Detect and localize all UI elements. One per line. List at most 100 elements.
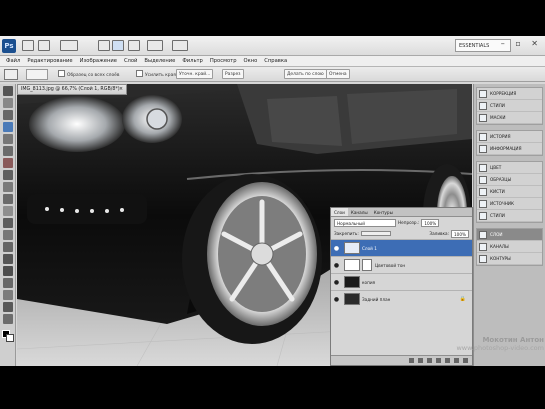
dock-item-styles[interactable]: СТИЛИ	[477, 100, 542, 112]
lasso-tool-icon[interactable]	[3, 110, 13, 120]
dock-group-history: ИСТОРИЯ ИНФОРМАЦИЯ	[476, 130, 543, 156]
dock-item-masks[interactable]: МАСКИ	[477, 112, 542, 124]
dock-group-color: ЦВЕТ ОБРАЗЦЫ КИСТИ ИСТОЧНИК СТИЛИ	[476, 161, 543, 223]
eye-icon[interactable]: ●	[331, 279, 342, 286]
tab-layers[interactable]: Слои	[331, 208, 348, 216]
rotate-view-icon[interactable]	[128, 40, 140, 51]
dock-item-clone-source[interactable]: ИСТОЧНИК	[477, 198, 542, 210]
swatch-grid-icon	[479, 175, 487, 184]
path-selection-icon[interactable]	[3, 278, 13, 288]
layer-mask-thumbnail	[362, 259, 372, 271]
trash-icon[interactable]	[463, 358, 468, 363]
paths-icon	[479, 254, 487, 263]
arrange-documents-icon[interactable]	[147, 40, 163, 51]
new-layer-icon[interactable]	[454, 358, 459, 363]
quick-selection-tool-icon[interactable]	[3, 122, 13, 132]
dock-item-paths[interactable]: КОНТУРЫ	[477, 253, 542, 265]
pen-tool-icon[interactable]	[3, 254, 13, 264]
window-controls[interactable]: – ▫ ✕	[501, 39, 542, 48]
layer-row-3[interactable]: ● копия	[331, 273, 472, 290]
photoshop-logo-icon: Ps	[2, 39, 16, 53]
layers-icon	[479, 230, 487, 239]
clone-stamp-icon[interactable]	[3, 182, 13, 192]
layer-name: Цветовой тон	[375, 262, 406, 268]
dock-item-color[interactable]: ЦВЕТ	[477, 162, 542, 174]
eye-icon[interactable]: ●	[331, 262, 342, 269]
layer-row-1[interactable]: ● Слой 1	[331, 239, 472, 256]
sample-all-layers-checkbox[interactable]: Образец со всех слоёв	[58, 70, 119, 80]
background-color[interactable]	[6, 334, 14, 342]
menu-filter[interactable]: Фильтр	[182, 58, 203, 64]
color-swatches[interactable]	[2, 330, 14, 342]
document-title: IMG_8113.jpg @ 66,7% (Слой 1, RGB/8*)	[21, 87, 120, 92]
auto-enhance-checkbox[interactable]: Усилить края	[136, 70, 176, 80]
crop-tool-icon[interactable]	[3, 134, 13, 144]
option-button-c[interactable]: Отмена	[326, 69, 350, 79]
dock-item-channels[interactable]: КАНАЛЫ	[477, 241, 542, 253]
eraser-tool-icon[interactable]	[3, 206, 13, 216]
hand-tool-icon[interactable]	[98, 40, 110, 51]
opacity-field[interactable]: 100%	[421, 218, 440, 227]
menu-window[interactable]: Окно	[243, 58, 257, 64]
group-icon[interactable]	[445, 358, 450, 363]
eye-icon[interactable]: ●	[331, 296, 342, 303]
move-tool-icon[interactable]	[3, 86, 13, 96]
layer-name: Задний план	[362, 296, 391, 302]
menu-file[interactable]: Файл	[6, 58, 20, 64]
document-tab[interactable]: IMG_8113.jpg @ 66,7% (Слой 1, RGB/8*) ×	[17, 84, 127, 95]
mini-bridge-icon[interactable]	[38, 40, 50, 51]
info-icon	[479, 144, 487, 153]
zoom-tool-icon[interactable]	[112, 40, 124, 51]
healing-brush-icon[interactable]	[3, 158, 13, 168]
video-watermark: Мокотин Антон www.photoshop-video.com	[418, 336, 544, 352]
fill-field[interactable]: 100%	[451, 229, 469, 238]
lock-label: Закрепить:	[334, 231, 359, 236]
dock-item-history[interactable]: ИСТОРИЯ	[477, 131, 542, 143]
masks-icon	[479, 113, 487, 122]
lock-buttons[interactable]	[360, 231, 391, 236]
menu-edit[interactable]: Редактирование	[27, 58, 72, 64]
blur-tool-icon[interactable]	[3, 230, 13, 240]
menu-select[interactable]: Выделение	[144, 58, 175, 64]
brush-tool-icon[interactable]	[3, 170, 13, 180]
screen-mode-icon[interactable]	[172, 40, 188, 51]
history-icon	[479, 132, 487, 141]
dock-item-layers[interactable]: СЛОИ	[477, 229, 542, 241]
fx-icon[interactable]	[418, 358, 423, 363]
zoom-icon[interactable]	[3, 314, 13, 324]
layer-row-4[interactable]: ● Задний план 🔒	[331, 290, 472, 307]
link-layers-icon[interactable]	[409, 358, 414, 363]
zoom-level-icon[interactable]	[60, 40, 78, 51]
option-button-a[interactable]: Разрез	[222, 69, 244, 79]
menu-view[interactable]: Просмотр	[210, 58, 237, 64]
type-tool-icon[interactable]	[3, 266, 13, 276]
adjustment-layer-icon[interactable]	[436, 358, 441, 363]
tab-paths[interactable]: Контуры	[371, 208, 396, 216]
dodge-tool-icon[interactable]	[3, 242, 13, 252]
eye-icon[interactable]: ●	[331, 245, 342, 252]
history-brush-icon[interactable]	[3, 194, 13, 204]
add-mask-icon[interactable]	[427, 358, 432, 363]
close-document-icon[interactable]: ×	[119, 85, 123, 95]
quick-selection-preset-icon[interactable]	[4, 69, 18, 80]
dock-item-info[interactable]: ИНФОРМАЦИЯ	[477, 143, 542, 155]
blend-mode-select[interactable]: Нормальный	[334, 218, 396, 227]
dock-item-brushes[interactable]: КИСТИ	[477, 186, 542, 198]
selection-mode-icon[interactable]	[26, 69, 48, 80]
hand-tool-icon[interactable]	[3, 302, 13, 312]
layer-row-2[interactable]: ● Цветовой тон	[331, 256, 472, 273]
menu-help[interactable]: Справка	[264, 58, 287, 64]
menu-image[interactable]: Изображение	[80, 58, 117, 64]
gradient-tool-icon[interactable]	[3, 218, 13, 228]
refine-edge-button[interactable]: Уточн. край...	[176, 69, 214, 79]
eyedropper-tool-icon[interactable]	[3, 146, 13, 156]
dock-item-adjustments[interactable]: КОРРЕКЦИЯ	[477, 88, 542, 100]
bridge-icon[interactable]	[22, 40, 34, 51]
marquee-tool-icon[interactable]	[3, 98, 13, 108]
dock-item-actions[interactable]: СТИЛИ	[477, 210, 542, 222]
option-button-b[interactable]: Делать по слою	[284, 69, 327, 79]
menu-layer[interactable]: Слой	[124, 58, 137, 64]
dock-item-swatches[interactable]: ОБРАЗЦЫ	[477, 174, 542, 186]
tab-channels[interactable]: Каналы	[348, 208, 371, 216]
shape-tool-icon[interactable]	[3, 290, 13, 300]
